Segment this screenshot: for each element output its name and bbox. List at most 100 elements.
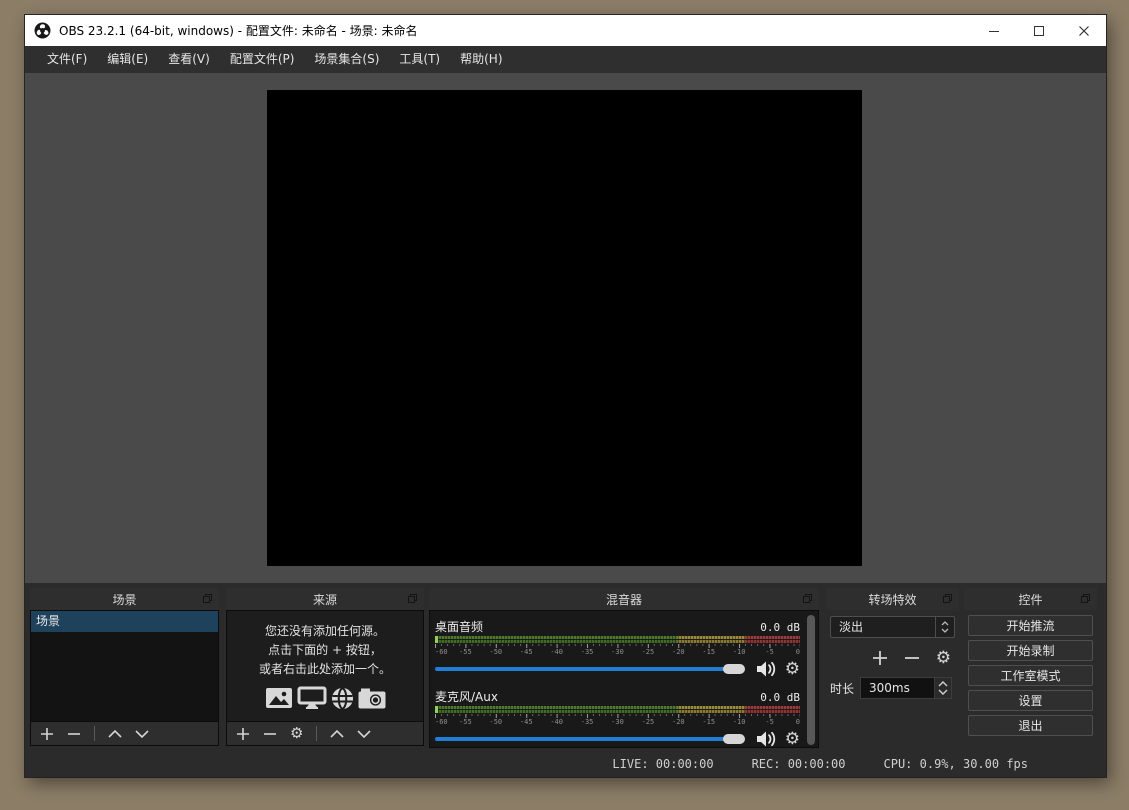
sources-dock-header[interactable]: 来源 [226,588,424,610]
mixer-scrollbar[interactable] [807,615,815,745]
menu-file[interactable]: 文件(F) [37,46,97,73]
add-source-button[interactable] [236,727,250,741]
status-cpu-fps: CPU: 0.9%, 30.00 fps [884,757,1029,771]
close-button[interactable] [1061,15,1106,46]
minus-icon [263,727,277,741]
scenes-toolbar [30,722,219,746]
source-properties-button[interactable]: ⚙ [290,726,303,741]
studio-mode-button[interactable]: 工作室模式 [968,665,1093,686]
preview-area [25,73,1106,583]
scenes-dock: 场景 场景 [30,588,219,746]
mixer-dock-header[interactable]: 混音器 [429,588,819,610]
browser-source-icon [331,687,354,710]
maximize-button[interactable] [1016,15,1061,46]
volume-slider-handle[interactable] [723,734,745,744]
minimize-button[interactable] [971,15,1016,46]
chevron-down-icon [135,730,149,738]
titlebar: OBS 23.2.1 (64-bit, windows) - 配置文件: 未命名… [25,15,1106,46]
scene-move-down-button[interactable] [135,730,149,738]
sources-empty-area[interactable]: 您还没有添加任何源。 点击下面的 + 按钮， 或者右击此处添加一个。 [226,610,424,722]
transition-buttons: ⚙ [830,649,951,667]
menu-tools[interactable]: 工具(T) [389,46,450,73]
channel-level-db: 0.0 dB [760,691,800,704]
statusbar: LIVE: 00:00:00 REC: 00:00:00 CPU: 0.9%, … [25,751,1106,777]
program-canvas[interactable] [267,90,862,566]
status-rec-time: REC: 00:00:00 [752,757,846,771]
transition-properties-gear-icon[interactable]: ⚙ [936,650,951,667]
menu-profile[interactable]: 配置文件(P) [220,46,305,73]
duration-spinner[interactable] [934,677,952,699]
volume-slider-handle[interactable] [723,664,745,674]
minus-icon [67,727,81,741]
source-move-up-button[interactable] [330,730,344,738]
speaker-icon [756,661,777,677]
chevron-up-icon [941,621,949,626]
chevron-up-icon [108,730,122,738]
dock-float-icon[interactable] [408,594,417,603]
channel-settings-gear-icon[interactable]: ⚙ [785,661,800,678]
meter-scale-labels: -60 -55 -50 -45 -40 -35 -30 -25 -20 -15 … [435,718,800,727]
transition-duration-row: 时长 [830,677,955,699]
mixer-body: 桌面音频 0.0 dB -60 -55 -50 -45 -40 [429,610,819,748]
mixer-channel-desktop-audio: 桌面音频 0.0 dB -60 -55 -50 -45 -40 [435,618,800,677]
dock-float-icon[interactable] [803,594,812,603]
meter-scale-labels: -60 -55 -50 -45 -40 -35 -30 -25 -20 -15 … [435,648,800,657]
plus-icon [872,650,888,666]
volume-slider[interactable] [435,737,745,741]
remove-source-button[interactable] [263,727,277,741]
toolbar-separator [316,726,317,741]
transition-select-spinner[interactable] [935,617,954,637]
channel-name: 麦克风/Aux [435,688,498,705]
dock-float-icon[interactable] [203,594,212,603]
scene-move-up-button[interactable] [108,730,122,738]
obs-logo-icon [34,22,51,39]
start-recording-button[interactable]: 开始录制 [968,640,1093,661]
menu-scene-collection[interactable]: 场景集合(S) [304,46,389,73]
add-scene-button[interactable] [40,727,54,741]
channel-level-db: 0.0 dB [760,621,800,634]
menu-view[interactable]: 查看(V) [158,46,220,73]
scenes-dock-title: 场景 [112,591,136,608]
menu-edit[interactable]: 编辑(E) [97,46,158,73]
scenes-dock-header[interactable]: 场景 [30,588,219,610]
add-transition-button[interactable] [872,650,888,666]
close-icon [1078,25,1090,37]
mute-button[interactable] [755,731,779,747]
transitions-dock-header[interactable]: 转场特效 [826,588,959,610]
mute-button[interactable] [755,661,779,677]
volume-slider[interactable] [435,667,745,671]
source-move-down-button[interactable] [357,730,371,738]
scene-list[interactable]: 场景 [30,610,219,722]
toolbar-separator [94,726,95,741]
chevron-down-icon [941,628,949,633]
duration-input[interactable] [860,677,934,699]
image-source-icon [265,687,293,709]
remove-scene-button[interactable] [67,727,81,741]
settings-button[interactable]: 设置 [968,690,1093,711]
sources-empty-text: 点击下面的 + 按钮， [227,641,423,660]
chevron-down-icon [938,689,948,695]
menu-help[interactable]: 帮助(H) [450,46,512,73]
start-streaming-button[interactable]: 开始推流 [968,615,1093,636]
channel-settings-gear-icon[interactable]: ⚙ [785,731,800,748]
volume-meter [435,636,800,643]
dock-float-icon[interactable] [1081,594,1090,603]
exit-button[interactable]: 退出 [968,715,1093,736]
window-title: OBS 23.2.1 (64-bit, windows) - 配置文件: 未命名… [59,22,971,39]
sources-empty-text: 或者右击此处添加一个。 [227,660,423,679]
source-type-icons [227,686,423,710]
plus-icon [236,727,250,741]
minimize-icon [988,25,1000,37]
controls-body: 开始推流 开始录制 工作室模式 设置 退出 [964,610,1097,736]
meter-live-level [435,706,438,713]
transitions-dock-title: 转场特效 [868,591,916,608]
controls-dock-header[interactable]: 控件 [964,588,1097,610]
dock-float-icon[interactable] [943,594,952,603]
transition-select[interactable]: 淡出 [830,616,955,638]
sources-dock-title: 来源 [313,591,337,608]
sources-toolbar: ⚙ [226,722,424,746]
mixer-channel-mic-aux: 麦克风/Aux 0.0 dB -60 -55 -50 -45 -40 [435,688,800,747]
window-controls [971,15,1106,46]
scene-list-item-selected[interactable]: 场景 [31,611,218,632]
remove-transition-button[interactable] [904,650,920,666]
